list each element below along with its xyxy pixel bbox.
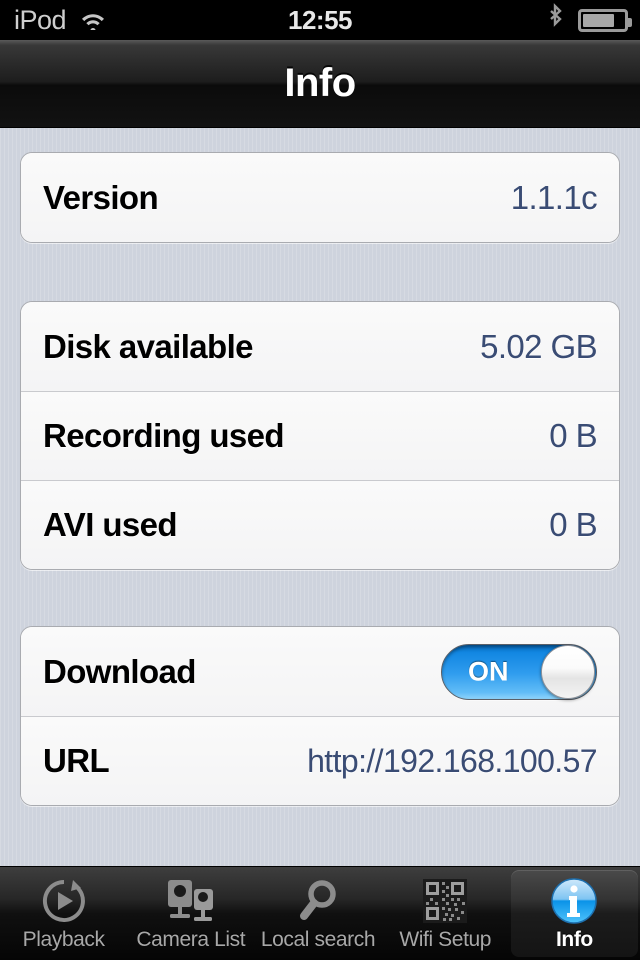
page-title: Info: [284, 61, 356, 105]
row-value: 5.02 GB: [480, 327, 597, 365]
tab-wifi-setup[interactable]: Wifi Setup: [382, 867, 509, 960]
camera-list-icon: [164, 875, 218, 927]
row-label: Version: [43, 178, 159, 216]
settings-list: Version 1.1.1c Disk available 5.02 GB Re…: [0, 128, 640, 866]
row-label: AVI used: [43, 506, 178, 543]
toggle-knob[interactable]: [541, 644, 595, 699]
tab-label: Info: [555, 928, 593, 951]
row-label: URL: [43, 742, 110, 779]
row-value: 0 B: [549, 417, 597, 454]
qr-code-icon: [421, 875, 469, 927]
status-bar-right: [545, 2, 632, 38]
download-toggle-switch[interactable]: ON: [441, 643, 597, 700]
row-value: http://192.168.100.57: [307, 742, 597, 779]
magnifier-icon: [293, 875, 343, 927]
toggle-state-label: ON: [468, 656, 509, 686]
tab-label: Local search: [260, 928, 376, 951]
group-storage: Disk available 5.02 GB Recording used 0 …: [20, 301, 620, 570]
info-circle-icon: [548, 875, 600, 927]
tab-label: Camera List: [136, 928, 246, 951]
group-version: Version 1.1.1c: [20, 152, 620, 243]
row-label: Disk available: [43, 327, 254, 365]
tab-bar: Playback Camera List Local search Wifi S…: [0, 866, 640, 960]
carrier-label: iPod: [14, 4, 67, 35]
wifi-icon: [78, 6, 108, 35]
group-download: Download ON URL http://192.168.100.57: [20, 626, 620, 806]
row-recording-used[interactable]: Recording used 0 B: [21, 391, 619, 480]
playback-icon: [39, 875, 89, 927]
status-bar-left: iPod: [14, 5, 108, 36]
row-label: Download: [43, 652, 196, 690]
row-download[interactable]: Download ON: [21, 627, 619, 716]
row-value: 1.1.1c: [510, 178, 598, 216]
battery-icon: [578, 8, 632, 32]
row-avi-used[interactable]: AVI used 0 B: [21, 480, 619, 569]
row-label: Recording used: [43, 417, 285, 454]
bluetooth-icon: [545, 2, 565, 38]
navigation-bar: Info: [0, 40, 640, 128]
row-version[interactable]: Version 1.1.1c: [21, 153, 619, 242]
row-value: 0 B: [549, 506, 597, 543]
status-bar: iPod 12:55: [0, 0, 640, 40]
row-disk-available[interactable]: Disk available 5.02 GB: [21, 302, 619, 391]
tab-playback[interactable]: Playback: [0, 867, 127, 960]
tab-local-search[interactable]: Local search: [254, 867, 381, 960]
tab-camera-list[interactable]: Camera List: [127, 867, 254, 960]
row-url[interactable]: URL http://192.168.100.57: [21, 716, 619, 805]
tab-info[interactable]: Info: [510, 870, 639, 957]
tab-label: Playback: [22, 928, 105, 951]
tab-label: Wifi Setup: [399, 928, 492, 951]
